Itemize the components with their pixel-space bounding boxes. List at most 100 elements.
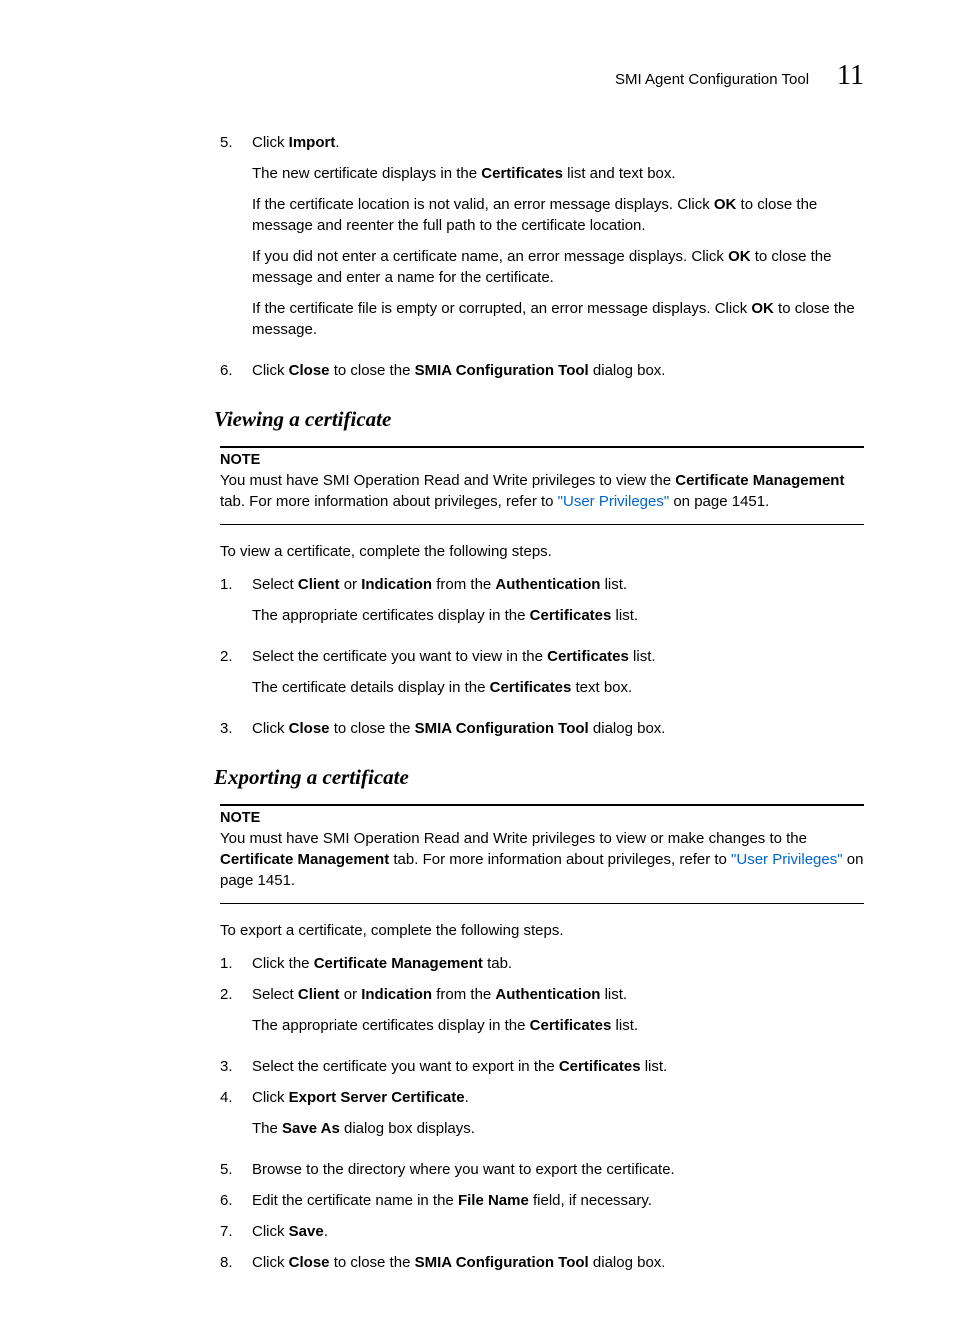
- step-body: Edit the certificate name in the File Na…: [252, 1190, 864, 1211]
- exporting-steps: 1. Click the Certificate Management tab. 2…: [220, 953, 864, 1273]
- step-text: Edit the certificate name in the File Na…: [252, 1190, 864, 1211]
- step-number: 1.: [220, 574, 238, 636]
- bold-text: OK: [751, 300, 774, 317]
- step-text: Click Export Server Certificate.: [252, 1087, 864, 1108]
- step-sub-paragraph: The new certificate displays in the Cert…: [252, 163, 864, 184]
- bold-text: Client: [298, 576, 340, 593]
- bold-text: Certificates: [530, 607, 612, 624]
- step-text: Click Save.: [252, 1221, 864, 1242]
- step-text: Select the certificate you want to expor…: [252, 1056, 864, 1077]
- bold-text: Import: [289, 134, 336, 151]
- step-text: Browse to the directory where you want t…: [252, 1159, 864, 1180]
- page: SMI Agent Configuration Tool 11 5. Click …: [0, 0, 954, 1343]
- note-body-exporting: You must have SMI Operation Read and Wri…: [220, 828, 864, 891]
- step-body: Select Client or Indication from the Aut…: [252, 574, 864, 636]
- cross-reference-link[interactable]: "User Privileges": [558, 493, 670, 510]
- bold-text: Save As: [282, 1120, 340, 1137]
- step-sub-paragraph: If the certificate file is empty or corr…: [252, 298, 864, 340]
- step-text: Click Close to close the SMIA Configurat…: [252, 1252, 864, 1273]
- step-sub-paragraph: If the certificate location is not valid…: [252, 194, 864, 236]
- step-body: Click Save.: [252, 1221, 864, 1242]
- step-number: 5.: [220, 132, 238, 350]
- note-label: NOTE: [220, 452, 864, 468]
- step-text: Select Client or Indication from the Aut…: [252, 984, 864, 1005]
- bold-text: Close: [289, 720, 330, 737]
- bold-text: Certificate Management: [314, 955, 483, 972]
- bold-text: Indication: [361, 576, 432, 593]
- viewing-intro: To view a certificate, complete the foll…: [220, 541, 864, 562]
- step-body: Click Export Server Certificate. The Save…: [252, 1087, 864, 1149]
- step-number: 7.: [220, 1221, 238, 1242]
- bold-text: Certificates: [481, 165, 563, 182]
- note-label: NOTE: [220, 810, 864, 826]
- bold-text: Close: [289, 362, 330, 379]
- step-text: Click the Certificate Management tab.: [252, 953, 864, 974]
- list-item: 2. Select Client or Indication from the A…: [220, 984, 864, 1046]
- top-steps: 5. Click Import. The new certificate displ…: [220, 132, 864, 381]
- step-sub-paragraph: The appropriate certificates display in …: [252, 605, 864, 626]
- step-number: 2.: [220, 984, 238, 1046]
- step-sub-paragraph: The appropriate certificates display in …: [252, 1015, 864, 1036]
- bold-text: OK: [714, 196, 737, 213]
- bold-text: Close: [289, 1254, 330, 1271]
- bold-text: Certificate Management: [675, 472, 844, 489]
- bold-text: Certificates: [547, 648, 629, 665]
- note-block-exporting: NOTE You must have SMI Operation Read an…: [220, 804, 864, 904]
- step-number: 6.: [220, 1190, 238, 1211]
- exporting-intro: To export a certificate, complete the fo…: [220, 920, 864, 941]
- bold-text: Indication: [361, 986, 432, 1003]
- list-item: 8. Click Close to close the SMIA Configur…: [220, 1252, 864, 1273]
- page-header: SMI Agent Configuration Tool 11: [90, 60, 864, 92]
- section-heading-exporting: Exporting a certificate: [214, 765, 864, 790]
- bold-text: SMIA Configuration Tool: [415, 1254, 589, 1271]
- bold-text: Certificates: [530, 1017, 612, 1034]
- list-item: 3. Select the certificate you want to exp…: [220, 1056, 864, 1077]
- cross-reference-link[interactable]: "User Privileges": [731, 851, 843, 868]
- step-text: Select Client or Indication from the Aut…: [252, 574, 864, 595]
- step-number: 3.: [220, 718, 238, 739]
- step-body: Click the Certificate Management tab.: [252, 953, 864, 974]
- list-item: 5. Browse to the directory where you want…: [220, 1159, 864, 1180]
- step-sub-paragraph: The certificate details display in the C…: [252, 677, 864, 698]
- note-block-viewing: NOTE You must have SMI Operation Read an…: [220, 446, 864, 525]
- list-item: 4. Click Export Server Certificate. The Sa…: [220, 1087, 864, 1149]
- step-text: Click Import.: [252, 132, 864, 153]
- list-item: 6. Edit the certificate name in the File …: [220, 1190, 864, 1211]
- list-item: 5. Click Import. The new certificate displ…: [220, 132, 864, 350]
- list-item: 1. Click the Certificate Management tab.: [220, 953, 864, 974]
- step-number: 1.: [220, 953, 238, 974]
- bold-text: Client: [298, 986, 340, 1003]
- step-number: 2.: [220, 646, 238, 708]
- bold-text: OK: [728, 248, 751, 265]
- header-chapter-number: 11: [837, 60, 864, 92]
- step-body: Click Close to close the SMIA Configurat…: [252, 1252, 864, 1273]
- bold-text: Save: [289, 1223, 324, 1240]
- bold-text: Certificate Management: [220, 851, 389, 868]
- bold-text: SMIA Configuration Tool: [415, 720, 589, 737]
- step-text: Click Close to close the SMIA Configurat…: [252, 718, 864, 739]
- section-heading-viewing: Viewing a certificate: [214, 407, 864, 432]
- note-body-viewing: You must have SMI Operation Read and Wri…: [220, 470, 864, 512]
- step-sub-paragraph: The Save As dialog box displays.: [252, 1118, 864, 1139]
- step-number: 4.: [220, 1087, 238, 1149]
- bold-text: Certificates: [559, 1058, 641, 1075]
- header-title: SMI Agent Configuration Tool: [615, 71, 809, 88]
- bold-text: Authentication: [495, 576, 600, 593]
- step-number: 6.: [220, 360, 238, 381]
- content-area: 5. Click Import. The new certificate displ…: [220, 132, 864, 1273]
- list-item: 1. Select Client or Indication from the A…: [220, 574, 864, 636]
- step-text: Select the certificate you want to view …: [252, 646, 864, 667]
- list-item: 3. Click Close to close the SMIA Configur…: [220, 718, 864, 739]
- step-number: 8.: [220, 1252, 238, 1273]
- step-number: 3.: [220, 1056, 238, 1077]
- step-body: Select the certificate you want to view …: [252, 646, 864, 708]
- step-body: Select Client or Indication from the Aut…: [252, 984, 864, 1046]
- list-item: 2. Select the certificate you want to vie…: [220, 646, 864, 708]
- bold-text: Certificates: [490, 679, 572, 696]
- step-number: 5.: [220, 1159, 238, 1180]
- list-item: 6. Click Close to close the SMIA Configur…: [220, 360, 864, 381]
- step-text: Click Close to close the SMIA Configurat…: [252, 360, 864, 381]
- step-body: Browse to the directory where you want t…: [252, 1159, 864, 1180]
- step-body: Select the certificate you want to expor…: [252, 1056, 864, 1077]
- bold-text: File Name: [458, 1192, 529, 1209]
